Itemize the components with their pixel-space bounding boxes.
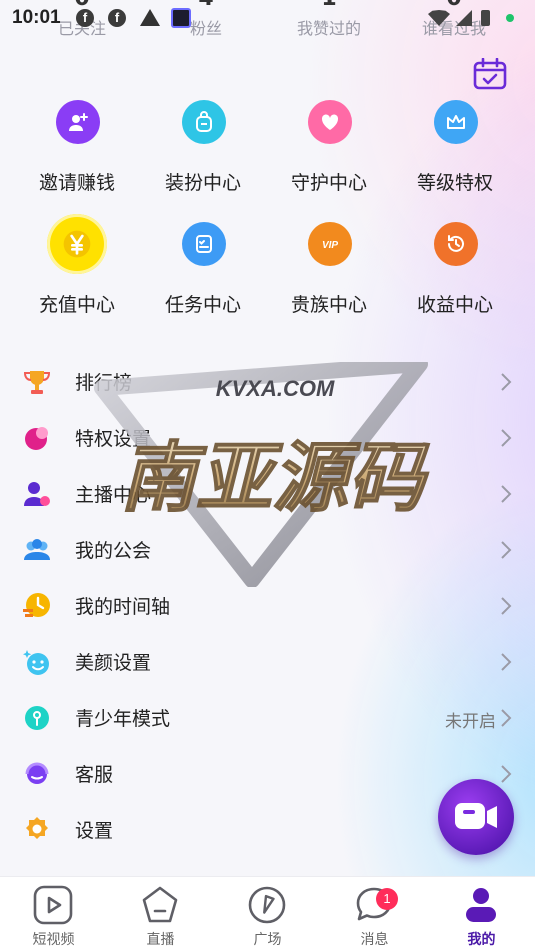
history-icon (434, 222, 478, 266)
calendar-checkin-icon[interactable] (473, 57, 507, 90)
privilege-icon (22, 423, 52, 453)
nav-label: 我的 (467, 932, 496, 948)
status-bar: 10:01 f f (0, 0, 535, 40)
menu-label: 设置 (75, 820, 114, 842)
anchor-icon (22, 479, 52, 509)
grid-label: 守护中心 (290, 172, 367, 194)
battery-icon (481, 10, 490, 26)
menu-item-youth-mode[interactable]: 青少年模式 未开启 (0, 690, 535, 746)
grid-label: 贵族中心 (290, 294, 367, 316)
chevron-right-icon (500, 372, 512, 392)
play-icon (33, 885, 73, 925)
chevron-right-icon (500, 428, 512, 448)
facebook-icon: f (108, 9, 126, 27)
signal-icon (456, 10, 472, 26)
youth-mode-icon (22, 703, 52, 733)
nav-item-live[interactable]: 直播 (107, 877, 214, 951)
nav-item-short-video[interactable]: 短视频 (0, 877, 107, 951)
menu-item-ranking[interactable]: 排行榜 (0, 354, 535, 410)
menu-label: 我的公会 (75, 540, 152, 562)
menu-label: 我的时间轴 (75, 596, 171, 618)
nav-item-plaza[interactable]: 广场 (214, 877, 321, 951)
grid-label: 任务中心 (164, 294, 241, 316)
status-time: 10:01 (12, 7, 61, 28)
chevron-right-icon (500, 708, 512, 728)
yen-coin-icon (47, 214, 107, 274)
nav-label: 短视频 (32, 932, 75, 948)
menu-label: 主播中心 (75, 484, 152, 506)
video-camera-icon (455, 803, 497, 829)
menu-label: 特权设置 (75, 428, 152, 450)
chevron-right-icon (500, 596, 512, 616)
menu-label: 青少年模式 (75, 708, 171, 730)
backpack-icon (182, 100, 226, 144)
grid-item-invite[interactable]: 邀请赚钱 (14, 96, 140, 206)
menu-item-guild[interactable]: 我的公会 (0, 522, 535, 578)
grid-label: 等级特权 (416, 172, 493, 194)
wifi-icon (428, 10, 450, 26)
profile-icon (461, 885, 501, 925)
chevron-right-icon (500, 652, 512, 672)
grid-label: 充值中心 (38, 294, 115, 316)
menu-item-anchor[interactable]: 主播中心 (0, 466, 535, 522)
grid-item-noble[interactable]: VIP 贵族中心 (266, 218, 392, 328)
menu-label: 客服 (75, 764, 114, 786)
settings-icon (22, 815, 52, 845)
beauty-icon (22, 647, 52, 677)
heart-icon (308, 100, 352, 144)
guild-icon (22, 535, 52, 565)
crown-icon (434, 100, 478, 144)
nav-item-messages[interactable]: 消息 (321, 877, 428, 951)
trophy-icon (22, 367, 52, 397)
bottom-nav: 短视频 直播 广场 消息 我的 (0, 876, 535, 951)
facebook-icon: f (76, 9, 94, 27)
compass-icon (247, 885, 287, 925)
grid-item-guard[interactable]: 守护中心 (266, 96, 392, 206)
grid-item-earnings[interactable]: 收益中心 (392, 218, 518, 328)
youth-mode-status: 未开启 (445, 712, 496, 732)
dot-icon (506, 14, 514, 22)
grid-label: 装扮中心 (164, 172, 241, 194)
start-live-button[interactable] (438, 779, 514, 855)
warning-icon (140, 9, 160, 26)
chevron-right-icon (500, 764, 512, 784)
grid-label: 收益中心 (416, 294, 493, 316)
message-badge: 1 (376, 888, 398, 910)
menu-label: 美颜设置 (75, 652, 152, 674)
svg-text:VIP: VIP (322, 240, 338, 251)
nav-label: 广场 (253, 932, 282, 948)
grid-item-task[interactable]: 任务中心 (140, 218, 266, 328)
menu-item-privilege[interactable]: 特权设置 (0, 410, 535, 466)
grid-item-level[interactable]: 等级特权 (392, 96, 518, 206)
add-user-icon (56, 100, 100, 144)
customer-service-icon (22, 759, 52, 789)
menu-item-timeline[interactable]: 我的时间轴 (0, 578, 535, 634)
timeline-icon (22, 591, 52, 621)
grid-label: 邀请赚钱 (38, 172, 115, 194)
nav-label: 消息 (360, 932, 389, 948)
menu-label: 排行榜 (75, 372, 133, 394)
grid-item-dressup[interactable]: 装扮中心 (140, 96, 266, 206)
vip-icon: VIP (308, 222, 352, 266)
nav-item-mine[interactable]: 我的 (428, 877, 535, 951)
menu-item-beauty[interactable]: 美颜设置 (0, 634, 535, 690)
grid-item-recharge[interactable]: 充值中心 (14, 214, 140, 328)
chevron-right-icon (500, 484, 512, 504)
app-icon (171, 8, 191, 28)
live-icon (140, 885, 180, 925)
chevron-right-icon (500, 540, 512, 560)
task-list-icon (182, 222, 226, 266)
nav-label: 直播 (146, 932, 175, 948)
